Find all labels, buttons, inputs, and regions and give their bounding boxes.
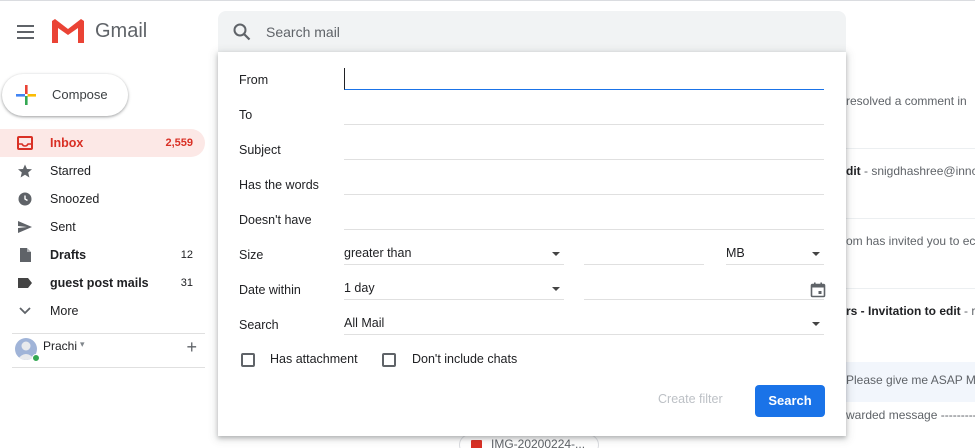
menu-icon	[17, 25, 34, 27]
hangouts-user-name[interactable]: Prachi	[43, 339, 77, 353]
star-icon	[18, 164, 32, 178]
sidebar-item-label: More	[50, 304, 79, 318]
inbox-icon	[17, 136, 33, 150]
menu-icon-bar	[17, 31, 34, 33]
sidebar-divider	[12, 367, 205, 368]
caret-down-icon[interactable]: ▾	[80, 339, 85, 350]
sidebar-nav: Inbox 2,559 Starred Snoozed Sent Drafts …	[0, 129, 205, 325]
sidebar-item-label: Sent	[50, 220, 76, 234]
size-unit-dropdown[interactable]: MB	[726, 243, 824, 265]
sidebar-item-label: Snoozed	[50, 192, 100, 206]
sidebar-item-more[interactable]: More	[0, 297, 205, 325]
clock-icon	[18, 192, 32, 206]
search-input[interactable]	[266, 11, 826, 53]
sidebar-item-drafts[interactable]: Drafts 12	[0, 241, 205, 269]
email-snippet[interactable]: resolved a comment in	[846, 94, 967, 108]
no-chats-checkbox[interactable]	[382, 353, 396, 367]
size-operator-dropdown[interactable]: greater than	[344, 243, 564, 265]
no-chats-label[interactable]: Don't include chats	[412, 352, 517, 366]
hangouts-panel: Prachi ▾ +	[12, 333, 205, 369]
size-label: Size	[239, 248, 264, 262]
email-snippet[interactable]: Please give me ASAP M	[846, 373, 975, 387]
top-divider	[0, 0, 975, 4]
compose-plus-icon	[16, 85, 36, 105]
sidebar-item-label: guest post mails	[50, 276, 149, 290]
sidebar-item-label: Drafts	[50, 248, 87, 262]
search-bar[interactable]	[218, 11, 846, 53]
dropdown-caret-icon	[552, 287, 560, 291]
dropdown-caret-icon	[812, 322, 820, 326]
send-icon	[18, 221, 32, 233]
email-preview: - r	[960, 304, 975, 318]
dropdown-caret-icon	[812, 252, 820, 256]
date-field[interactable]	[584, 278, 824, 300]
compose-label: Compose	[52, 87, 108, 102]
email-preview: - snigdhashree@innc	[860, 164, 975, 178]
doesnt-have-label: Doesn't have	[239, 213, 312, 227]
has-words-field[interactable]	[344, 173, 824, 195]
draft-count: 12	[180, 249, 193, 261]
date-within-value: 1 day	[344, 281, 375, 295]
from-field[interactable]	[344, 68, 824, 90]
label-icon	[18, 278, 32, 288]
sidebar-item-starred[interactable]: Starred	[0, 157, 205, 185]
size-unit-value: MB	[726, 246, 745, 260]
sidebar-item-inbox[interactable]: Inbox 2,559	[0, 129, 205, 157]
gmail-logo[interactable]	[50, 17, 86, 45]
search-in-value: All Mail	[344, 316, 385, 330]
sidebar-item-snoozed[interactable]: Snoozed	[0, 185, 205, 213]
label-count: 31	[180, 277, 193, 289]
create-filter-button[interactable]: Create filter	[658, 392, 723, 406]
subject-field[interactable]	[344, 138, 824, 160]
email-snippet[interactable]: om has invited you to ec	[846, 234, 975, 248]
main-menu-button[interactable]	[14, 20, 38, 44]
dropdown-caret-icon	[552, 252, 560, 256]
image-file-icon	[471, 440, 482, 448]
chevron-down-icon	[19, 307, 31, 315]
online-status-indicator	[32, 354, 40, 362]
search-button[interactable]: Search	[755, 385, 825, 417]
attachment-chip[interactable]: IMG-20200224-...	[459, 434, 599, 448]
email-subject: rs - Invitation to edit	[846, 304, 961, 318]
has-attachment-checkbox[interactable]	[241, 353, 255, 367]
search-in-label: Search	[239, 318, 279, 332]
sidebar-item-guest-post-mails[interactable]: guest post mails 31	[0, 269, 205, 297]
gmail-wordmark: Gmail	[95, 20, 148, 42]
email-subject: dit	[846, 164, 861, 178]
email-snippet[interactable]: dit - snigdhashree@innc	[846, 164, 975, 178]
plus-icon[interactable]: +	[186, 337, 197, 358]
row-divider	[846, 148, 975, 149]
size-value-field[interactable]	[584, 243, 704, 265]
unread-count: 2,559	[165, 137, 193, 149]
compose-button[interactable]: Compose	[2, 74, 128, 116]
search-icon[interactable]	[233, 23, 251, 41]
sidebar-item-label: Starred	[50, 164, 91, 178]
row-divider	[846, 218, 975, 219]
from-label: From	[239, 73, 269, 87]
to-field[interactable]	[344, 103, 824, 125]
email-snippet[interactable]: rs - Invitation to edit - r	[846, 304, 975, 318]
date-within-dropdown[interactable]: 1 day	[344, 278, 564, 300]
attachment-name: IMG-20200224-...	[491, 437, 586, 448]
row-divider	[846, 288, 975, 289]
doesnt-have-field[interactable]	[344, 208, 824, 230]
calendar-icon[interactable]	[810, 282, 826, 298]
has-words-label: Has the words	[239, 178, 319, 192]
sidebar-item-label: Inbox	[50, 136, 84, 150]
email-snippet[interactable]: warded message ---------	[846, 408, 975, 422]
draft-icon	[20, 248, 31, 262]
sidebar-item-sent[interactable]: Sent	[0, 213, 205, 241]
size-operator-value: greater than	[344, 246, 412, 260]
menu-icon-bar	[17, 37, 34, 39]
search-in-dropdown[interactable]: All Mail	[344, 313, 824, 335]
to-label: To	[239, 108, 253, 122]
date-within-label: Date within	[239, 283, 301, 297]
subject-label: Subject	[239, 143, 281, 157]
has-attachment-label[interactable]: Has attachment	[270, 352, 358, 366]
advanced-search-panel: From To Subject Has the words Doesn't ha…	[218, 52, 846, 436]
